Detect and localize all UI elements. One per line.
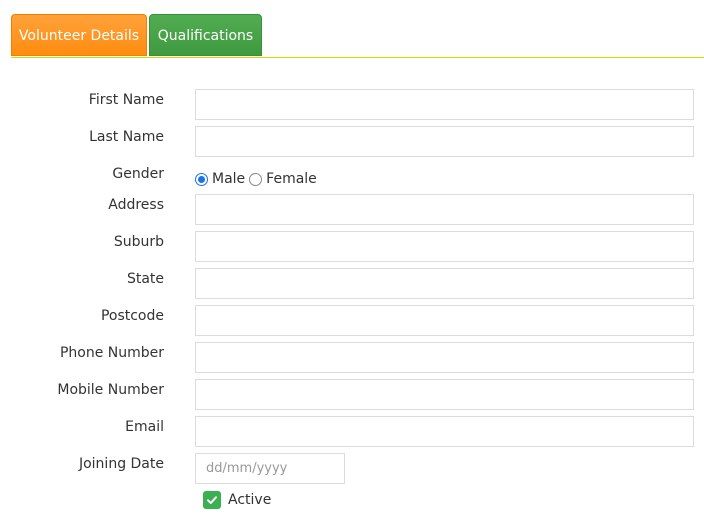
active-checkbox[interactable] [203,491,221,509]
gender-male-radio[interactable] [195,172,208,186]
suburb-label: Suburb [113,234,164,250]
postcode-input[interactable] [195,305,694,336]
address-input[interactable] [195,194,694,225]
tab-bar: Volunteer Details Qualifications [11,14,704,58]
state-label: State [126,271,164,287]
joining-date-label: Joining Date [78,456,164,472]
last-name-label: Last Name [89,129,164,145]
postcode-label: Postcode [100,308,164,324]
email-label: Email [125,419,164,435]
email-input[interactable] [195,416,694,447]
suburb-input[interactable] [195,231,694,262]
gender-female-label[interactable]: Female [266,171,317,187]
active-label[interactable]: Active [228,492,271,508]
mobile-number-label: Mobile Number [57,382,164,398]
tab-qualifications[interactable]: Qualifications [149,14,262,56]
first-name-input[interactable] [195,89,694,120]
last-name-input[interactable] [195,126,694,157]
gender-female-radio[interactable] [249,172,263,186]
phone-number-label: Phone Number [59,345,164,361]
gender-label: Gender [112,166,164,182]
active-checkbox-row: Active [203,491,275,509]
check-icon [207,496,217,504]
joining-date-input[interactable] [195,453,345,484]
phone-number-input[interactable] [195,342,694,373]
first-name-label: First Name [88,92,164,108]
gender-radio-group: Male Female [195,170,321,188]
address-label: Address [108,197,164,213]
state-input[interactable] [195,268,694,299]
tab-volunteer-details[interactable]: Volunteer Details [11,14,147,56]
gender-male-label[interactable]: Male [212,171,245,187]
mobile-number-input[interactable] [195,379,694,410]
